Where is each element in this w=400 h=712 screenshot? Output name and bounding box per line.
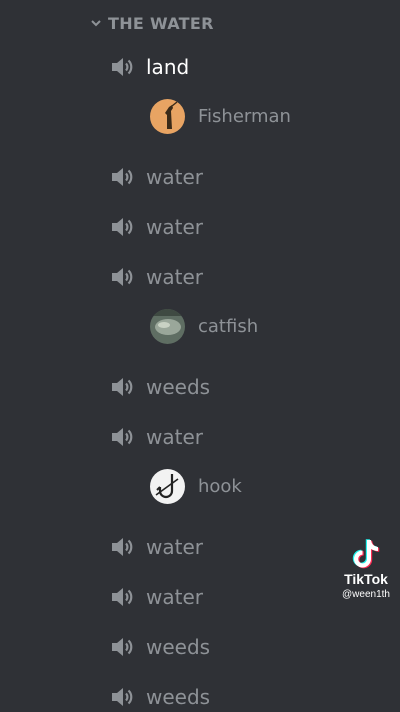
- speaker-icon: [110, 686, 133, 708]
- speaker-icon: [110, 426, 133, 448]
- voice-member-hook[interactable]: hook: [150, 468, 242, 504]
- voice-channel-water[interactable]: water: [108, 162, 203, 192]
- speaker-icon: [110, 636, 133, 658]
- channel-name: water: [146, 165, 203, 189]
- tiktok-logo-icon: [352, 539, 380, 569]
- voice-channel-weeds[interactable]: weeds: [108, 372, 210, 402]
- voice-channel-water[interactable]: water: [108, 212, 203, 242]
- channel-name: weeds: [146, 635, 211, 659]
- member-name: Fisherman: [198, 105, 291, 127]
- category-the-water[interactable]: THE WATER: [90, 12, 214, 34]
- category-label: THE WATER: [108, 13, 214, 33]
- speaker-icon: [110, 166, 133, 188]
- voice-member-fisherman[interactable]: Fisherman: [150, 98, 291, 134]
- fisherman-avatar: [150, 98, 185, 134]
- tiktok-watermark: TikTok @ween1th: [338, 538, 394, 600]
- voice-channel-land[interactable]: land: [108, 52, 189, 82]
- speaker-icon: [110, 216, 133, 238]
- voice-channel-water[interactable]: water: [108, 582, 203, 612]
- channel-name: water: [146, 425, 203, 449]
- channel-name: water: [146, 265, 203, 289]
- channel-name: weeds: [146, 375, 211, 399]
- channel-name: land: [146, 55, 190, 79]
- channel-name: weeds: [146, 685, 211, 709]
- channel-name: water: [146, 535, 203, 559]
- speaker-icon: [110, 586, 133, 608]
- tiktok-brand: TikTok: [344, 571, 388, 587]
- member-name: hook: [198, 475, 242, 497]
- channel-name: water: [146, 585, 203, 609]
- voice-channel-water[interactable]: water: [108, 422, 203, 452]
- voice-member-catfish[interactable]: catfish: [150, 308, 258, 344]
- speaker-icon: [110, 376, 133, 398]
- member-name: catfish: [198, 315, 259, 337]
- catfish-avatar: [150, 308, 185, 344]
- chevron-down-icon: [91, 20, 101, 27]
- voice-channel-weeds[interactable]: weeds: [108, 682, 210, 712]
- channel-name: water: [146, 215, 203, 239]
- voice-channel-weeds[interactable]: weeds: [108, 632, 210, 662]
- voice-channel-water[interactable]: water: [108, 262, 203, 292]
- speaker-icon: [110, 266, 133, 288]
- hook-avatar: [150, 468, 185, 504]
- speaker-icon: [110, 536, 133, 558]
- tiktok-username: @ween1th: [342, 589, 390, 600]
- speaker-icon: [110, 56, 133, 78]
- voice-channel-water[interactable]: water: [108, 532, 203, 562]
